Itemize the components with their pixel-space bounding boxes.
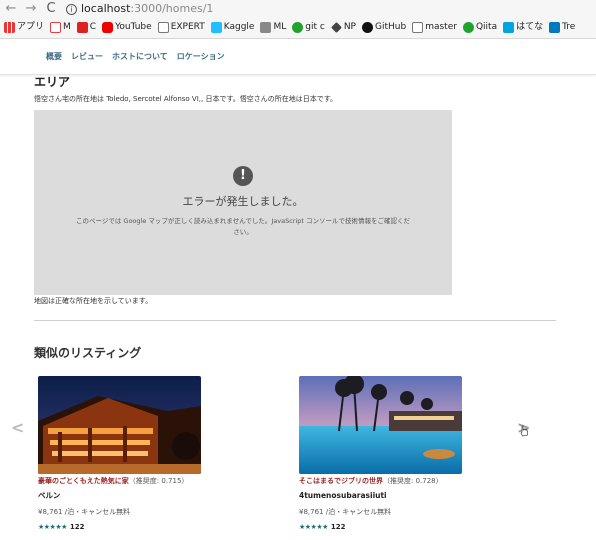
github-icon <box>362 21 373 33</box>
bookmarks-bar: アプリ M C YouTube EXPERT Kaggle ML git c N… <box>4 20 575 34</box>
bookmark-label: ML <box>273 22 287 32</box>
bookmark-label: git c <box>305 22 325 32</box>
bookmark-qiita[interactable]: Qiita <box>462 20 498 34</box>
bookmark-label: GitHub <box>375 22 407 32</box>
greenface-icon <box>462 21 474 33</box>
nav-overview[interactable]: 概要 <box>46 51 62 63</box>
bookmark-kaggle[interactable]: Kaggle <box>210 20 255 34</box>
trello-icon <box>549 21 561 33</box>
map-container[interactable]: ! エラーが発生しました。 このページでは Google マップが正しく読み込ま… <box>34 110 452 295</box>
listing-card[interactable]: 豪華のごとくもえた熱気に家（推奨度: 0.715） ベルン ¥8,761 /泊・… <box>38 376 278 532</box>
bookmark-label: master <box>425 22 457 32</box>
url-path: :3000/homes/1 <box>130 2 214 15</box>
carousel-prev-button[interactable]: < <box>11 418 24 437</box>
listing-rating: ★★★★★ 122 <box>299 522 539 532</box>
youtube-icon <box>102 21 114 33</box>
gmail-icon <box>50 21 62 33</box>
address-bar[interactable]: i localhost:3000/homes/1 <box>66 2 213 16</box>
nav-location[interactable]: ロケーション <box>177 51 225 63</box>
similar-listings-title: 類似のリスティング <box>34 346 142 360</box>
browser-chrome: ← → C i localhost:3000/homes/1 アプリ M C Y… <box>0 0 596 39</box>
np-icon <box>330 21 342 33</box>
map-error-title: エラーが発生しました。 <box>182 195 304 208</box>
c-icon <box>76 21 88 33</box>
greenface-icon <box>292 21 304 33</box>
listing-name[interactable]: ベルン <box>38 491 278 501</box>
review-count: 122 <box>330 523 346 531</box>
area-description: 悟空さん宅の所在地は Toledo, Sercotel Alfonso VI,,… <box>34 95 338 103</box>
listing-photo[interactable] <box>38 376 201 474</box>
hatena-icon <box>503 21 515 33</box>
bookmark-label: はてな <box>516 22 544 32</box>
bookmark-label: M <box>63 22 71 32</box>
bookmark-label: アプリ <box>17 22 45 32</box>
listing-tag: 豪華のごとくもえた熱気に家（推奨度: 0.715） <box>38 476 278 486</box>
section-nav: 概要 レビュー ホストについて ロケーション <box>0 39 596 75</box>
bookmark-label: Tre <box>562 22 576 32</box>
doc-icon <box>157 21 169 33</box>
apps-icon <box>4 21 15 33</box>
listing-name[interactable]: 4tumenosubarasiiuti <box>299 491 539 501</box>
map-caption: 地図は正確な所在地を示しています。 <box>34 297 153 305</box>
bookmark-master[interactable]: master <box>412 20 457 34</box>
url-host: localhost <box>81 2 131 15</box>
forward-button[interactable]: → <box>24 2 38 16</box>
map-error-description: このページでは Google マップが正しく読み込まれませんでした。JavaSc… <box>75 217 411 236</box>
listing-highlight: 豪華のごとくもえた熱気に家 <box>38 477 129 485</box>
bookmark-hatena[interactable]: はてな <box>503 20 543 34</box>
section-divider <box>34 320 556 321</box>
area-title: エリア <box>34 75 71 89</box>
bookmark-gmail[interactable]: M <box>50 20 71 34</box>
reload-button[interactable]: C <box>44 2 58 16</box>
bookmark-apps[interactable]: アプリ <box>4 20 44 34</box>
bookmark-github[interactable]: GitHub <box>362 20 406 34</box>
bookmark-np[interactable]: NP <box>330 20 356 34</box>
kaggle-icon <box>210 21 222 33</box>
bookmark-label: NP <box>343 22 356 32</box>
listing-rating: ★★★★★ 122 <box>38 522 278 532</box>
listing-card[interactable]: そこはまるでジブリの世界（推奨度: 0.728） 4tumenosubarasi… <box>299 376 539 532</box>
bookmark-label: EXPERT <box>170 22 205 32</box>
bookmark-ml[interactable]: ML <box>260 20 286 34</box>
listing-highlight: そこはまるでジブリの世界 <box>299 477 383 485</box>
bookmark-c[interactable]: C <box>76 20 97 34</box>
folder-icon <box>260 21 272 33</box>
star-rating-icon: ★★★★★ <box>38 523 67 531</box>
bookmark-label: Qiita <box>475 22 498 32</box>
bookmark-expert[interactable]: EXPERT <box>157 20 205 34</box>
bookmark-trello[interactable]: Tre <box>549 20 575 34</box>
nav-host[interactable]: ホストについて <box>112 51 168 63</box>
info-icon[interactable]: i <box>66 3 77 15</box>
listing-price: ¥8,761 /泊・キャンセル無料 <box>299 508 392 516</box>
nav-reviews[interactable]: レビュー <box>71 51 103 63</box>
back-button[interactable]: ← <box>4 2 18 16</box>
review-count: 122 <box>69 523 85 531</box>
doc-icon <box>412 21 424 33</box>
bookmark-label: YouTube <box>115 22 152 32</box>
bookmark-label: C <box>89 22 97 32</box>
listing-tag: そこはまるでジブリの世界（推奨度: 0.728） <box>299 476 539 486</box>
error-icon: ! <box>233 166 253 186</box>
listing-recommend-score: （推奨度: 0.728） <box>383 477 443 485</box>
listing-price: ¥8,761 /泊・キャンセル無料 <box>38 508 131 516</box>
bookmark-label: Kaggle <box>223 22 255 32</box>
listing-photo[interactable] <box>299 376 462 474</box>
hand-cursor-icon <box>520 425 528 437</box>
bookmark-git[interactable]: git c <box>292 20 325 34</box>
star-rating-icon: ★★★★★ <box>299 523 328 531</box>
bookmark-youtube[interactable]: YouTube <box>102 20 152 34</box>
listing-recommend-score: （推奨度: 0.715） <box>128 477 189 485</box>
browser-nav: ← → C <box>4 2 58 16</box>
